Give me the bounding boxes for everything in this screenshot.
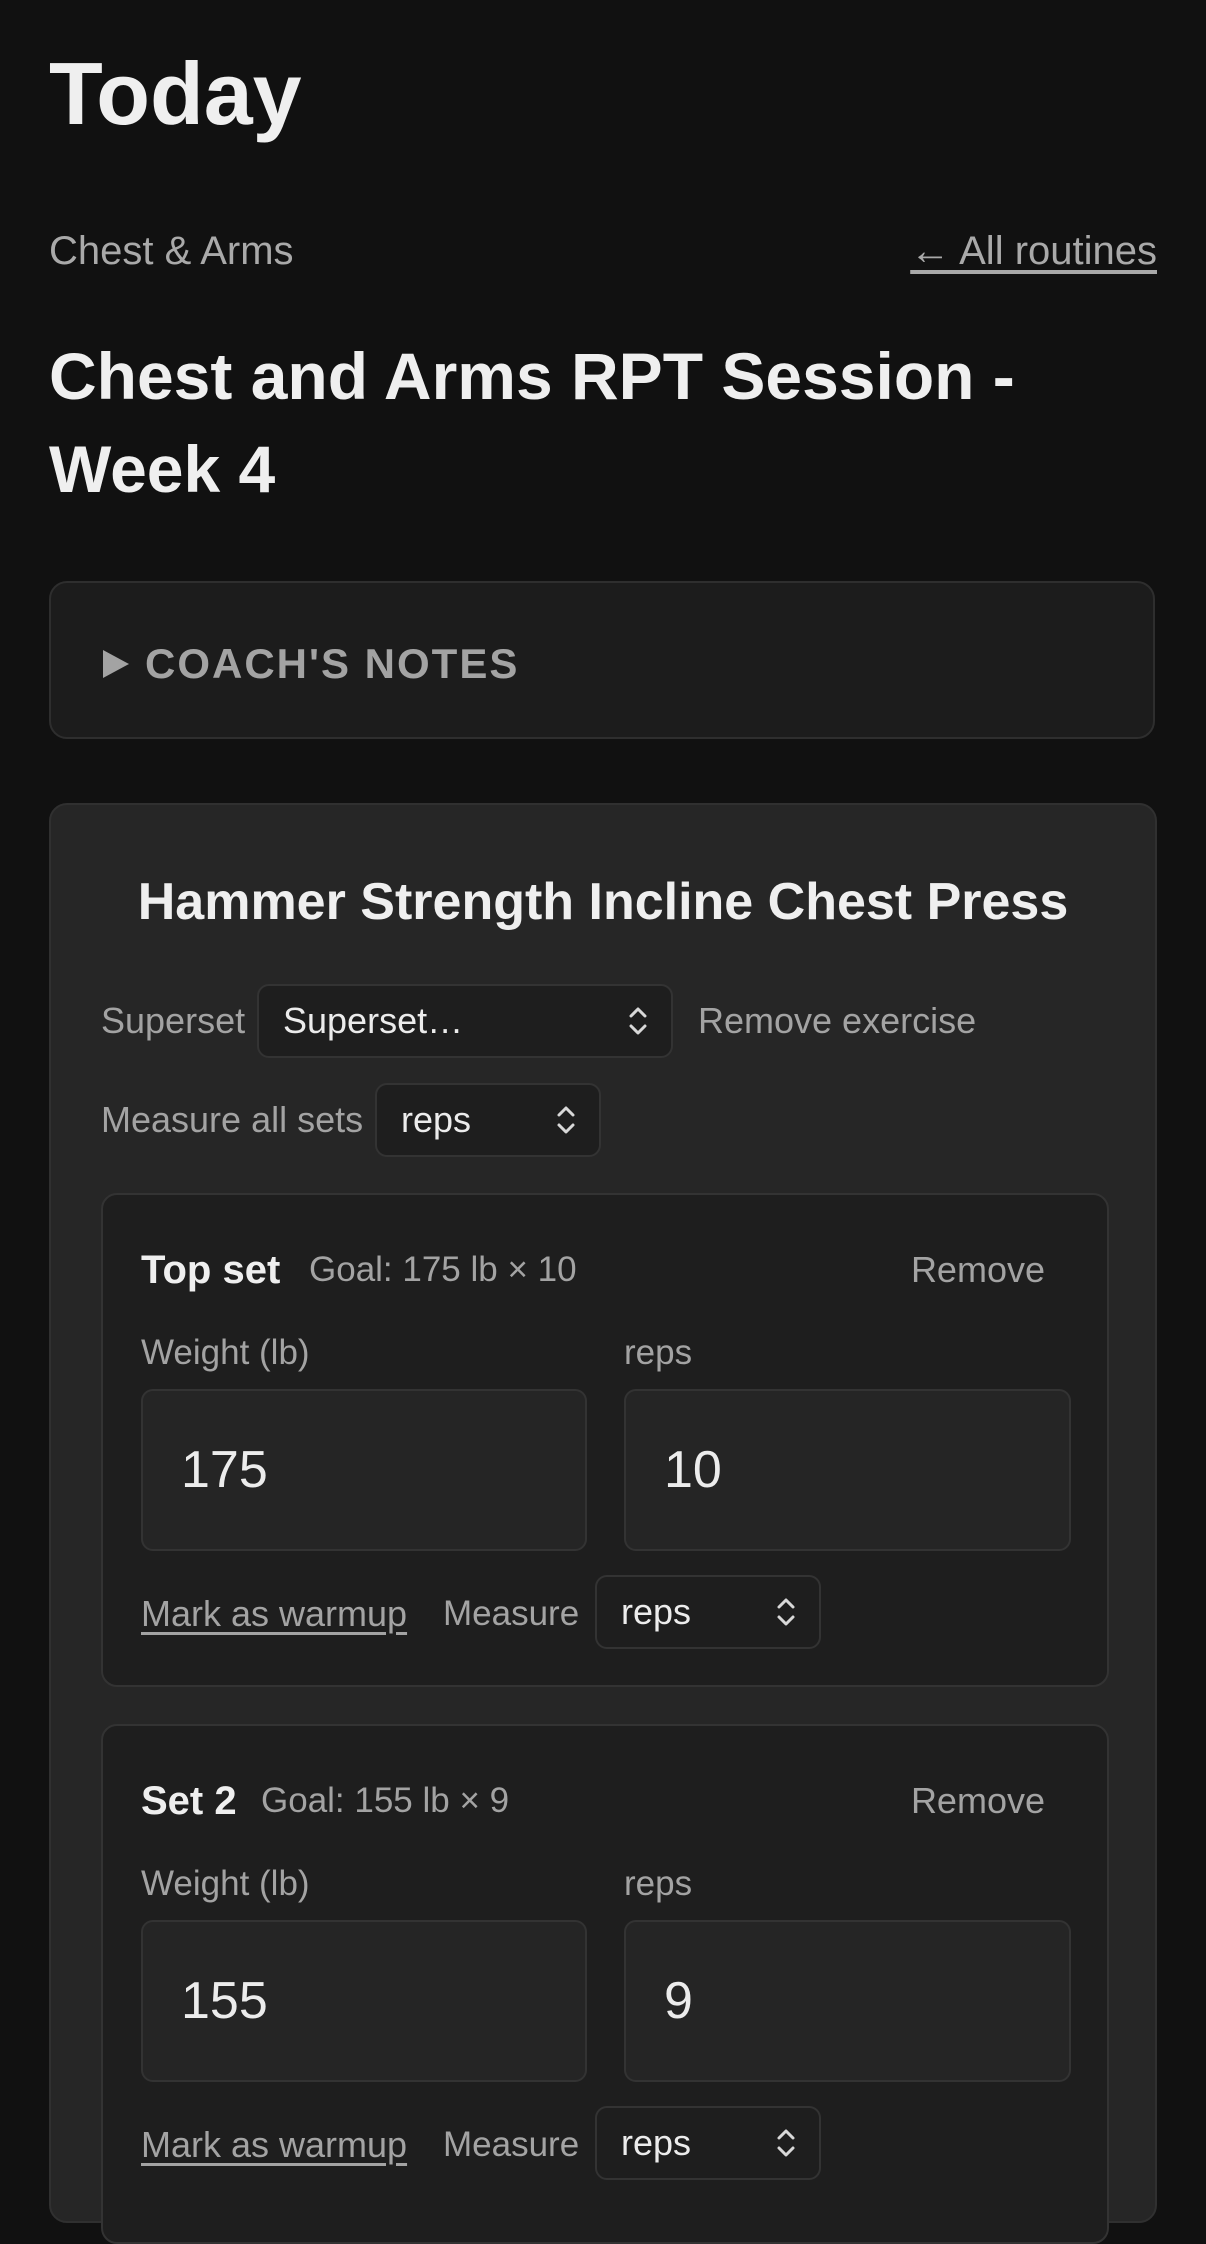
remove-exercise-button[interactable]: Remove exercise	[698, 999, 976, 1043]
set-goal: Goal: 175 lb × 10	[309, 1250, 577, 1289]
today-page: Today Chest & Arms ← All routines Chest …	[0, 0, 1206, 2244]
page-title: Today	[49, 44, 302, 143]
exercise-title: Hammer Strength Incline Chest Press	[137, 873, 1069, 931]
remove-set-button[interactable]: Remove	[911, 1245, 1045, 1295]
measure-select-value: reps	[621, 2122, 692, 2163]
reps-label: reps	[624, 1333, 693, 1372]
all-routines-link[interactable]: ← All routines	[910, 226, 1157, 276]
superset-label: Superset	[101, 1000, 246, 1041]
measure-all-label: Measure all sets	[101, 1099, 364, 1140]
reps-input[interactable]: 9	[624, 1920, 1071, 2082]
weight-label: Weight (lb)	[141, 1864, 310, 1903]
measure-all-select[interactable]: reps	[375, 1083, 601, 1157]
measure-label: Measure	[443, 1594, 580, 1633]
disclosure-triangle-icon	[103, 650, 129, 678]
reps-input[interactable]: 10	[624, 1389, 1071, 1551]
weight-input[interactable]: 175	[141, 1389, 587, 1551]
measure-select[interactable]: reps	[595, 2106, 821, 2180]
mark-as-warmup-link[interactable]: Mark as warmup	[141, 1589, 407, 1639]
superset-select-value: Superset…	[283, 1000, 464, 1041]
set-name: Top set	[141, 1248, 281, 1292]
weight-label: Weight (lb)	[141, 1333, 310, 1372]
chevron-updown-icon	[629, 1007, 647, 1035]
exercise-card: Hammer Strength Incline Chest Press Supe…	[49, 803, 1157, 2244]
weight-input[interactable]: 155	[141, 1920, 587, 2082]
superset-select[interactable]: Superset…	[257, 984, 673, 1058]
mark-as-warmup-link[interactable]: Mark as warmup	[141, 2120, 407, 2170]
chevron-updown-icon	[777, 2129, 795, 2157]
coach-notes-label: COACH'S NOTES	[145, 640, 520, 687]
remove-set-button[interactable]: Remove	[911, 1776, 1045, 1826]
measure-all-select-value: reps	[401, 1099, 472, 1140]
set-goal: Goal: 155 lb × 9	[261, 1781, 510, 1820]
chevron-updown-icon	[557, 1106, 575, 1134]
set-card: Set 2 Goal: 155 lb × 9 Remove Weight (lb…	[101, 1724, 1109, 2244]
set-name: Set 2	[141, 1779, 237, 1823]
measure-select[interactable]: reps	[595, 1575, 821, 1649]
routine-name: Chest & Arms	[49, 229, 294, 273]
measure-select-value: reps	[621, 1591, 692, 1632]
measure-label: Measure	[443, 2125, 580, 2164]
reps-label: reps	[624, 1864, 693, 1903]
chevron-updown-icon	[777, 1598, 795, 1626]
session-title: Chest and Arms RPT Session - Week 4	[49, 339, 1015, 506]
coach-notes-toggle[interactable]: COACH'S NOTES	[49, 581, 1155, 739]
set-card: Top set Goal: 175 lb × 10 Remove Weight …	[101, 1193, 1109, 1687]
